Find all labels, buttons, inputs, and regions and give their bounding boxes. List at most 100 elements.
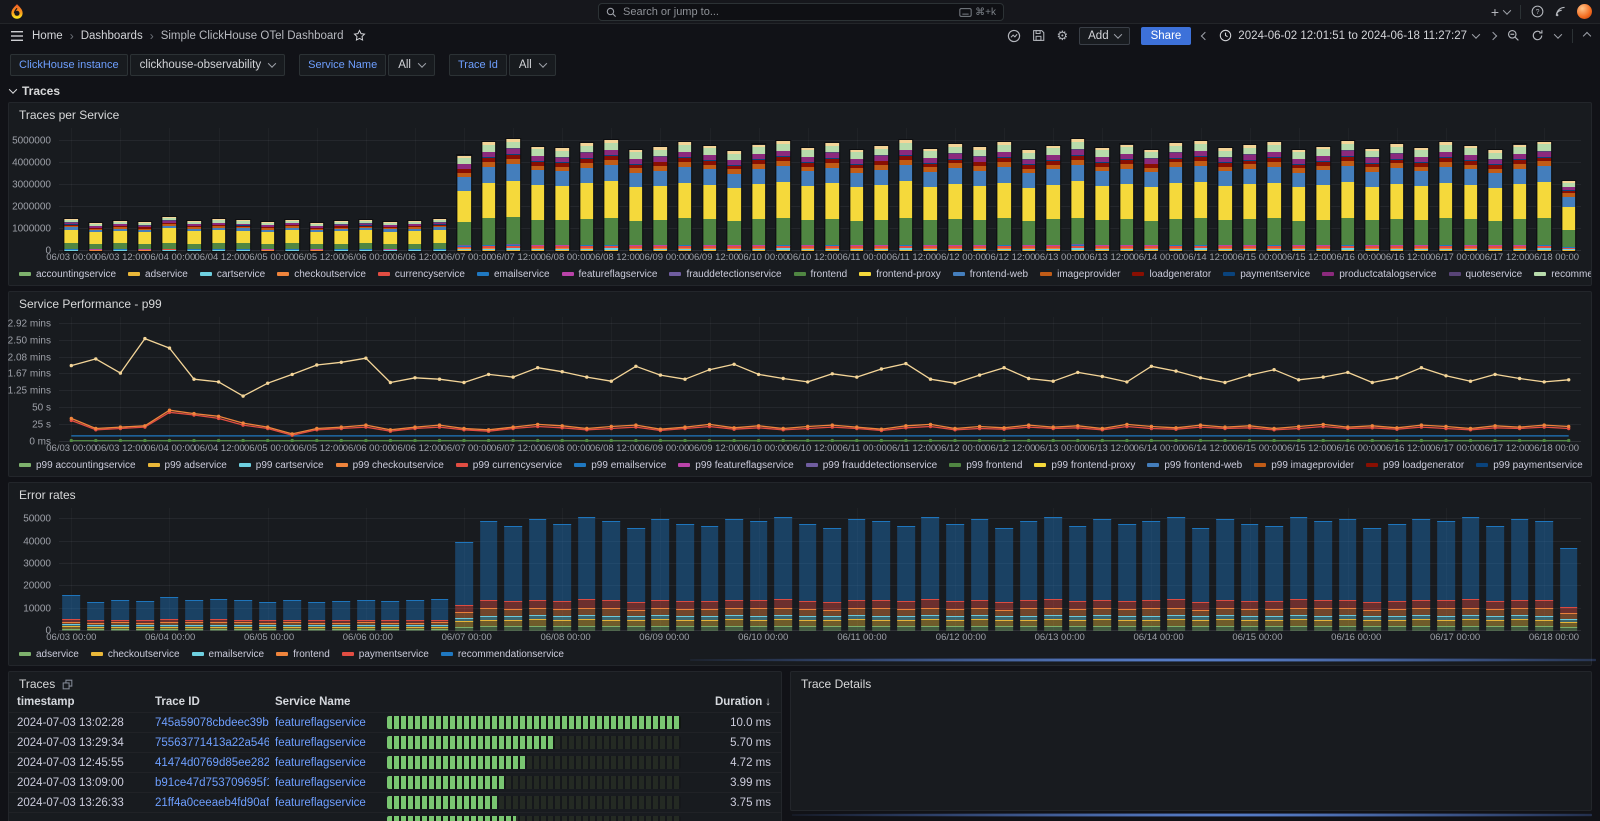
time-range-picker[interactable]: 2024-06-02 12:01:51 to 2024-06-18 11:27:… (1219, 29, 1479, 42)
time-shift-forward-icon[interactable] (1490, 33, 1496, 39)
legend-item[interactable]: p99 frontend-web (1147, 460, 1242, 471)
variable-value-dropdown[interactable]: All (388, 54, 435, 76)
stacked-bar (431, 599, 449, 631)
bar-segment-frontend-proxy (1194, 182, 1208, 218)
variable-value-dropdown[interactable]: All (509, 54, 556, 76)
legend-item[interactable]: cartservice (200, 269, 265, 280)
cell-trace-id-link[interactable]: 745a59078cbdeec39b7... (155, 717, 269, 729)
row-header-traces[interactable]: Traces (0, 82, 1600, 102)
panel-title[interactable]: Error rates (9, 483, 1591, 504)
legend-item[interactable]: frontend (794, 269, 848, 280)
table-row[interactable]: 2024-07-03 13:02:28745a59078cbdeec39b7..… (9, 712, 781, 732)
add-panel-button[interactable]: Add (1079, 27, 1129, 45)
panel-title[interactable]: Trace Details (791, 672, 1591, 693)
legend-item[interactable]: adservice (19, 649, 79, 660)
panel-title[interactable]: Traces (19, 677, 55, 691)
variable-value-dropdown[interactable]: clickhouse-observability (130, 54, 285, 76)
table-row[interactable]: 2024-07-03 13:29:3475563771413a22a54618.… (9, 732, 781, 752)
legend-item[interactable]: productcatalogservice (1322, 269, 1436, 280)
cell-service-name-link[interactable]: featureflagservice (275, 737, 381, 749)
legend-item[interactable]: frontend-proxy (859, 269, 940, 280)
legend-item[interactable]: recommendationservice (441, 649, 564, 660)
legend-item[interactable]: adservice (128, 269, 188, 280)
legend-item[interactable]: featureflagservice (562, 269, 658, 280)
legend-item[interactable]: p99 frontend (949, 460, 1022, 471)
stacked-bar (62, 595, 80, 631)
legend-item[interactable]: checkoutservice (91, 649, 180, 660)
table-row[interactable] (9, 812, 781, 821)
panel-links-icon[interactable] (62, 679, 73, 690)
legend-item[interactable]: frauddetectionservice (669, 269, 781, 280)
legend-item[interactable]: p99 featureflagservice (678, 460, 793, 471)
share-button[interactable]: Share (1141, 27, 1192, 45)
legend-item[interactable]: p99 cartservice (239, 460, 324, 471)
new-item-button[interactable]: + (1491, 5, 1510, 19)
cell-service-name-link[interactable]: featureflagservice (275, 777, 381, 789)
legend-item[interactable]: p99 loadgenerator (1366, 460, 1464, 471)
cell-trace-id-link[interactable]: b91ce47d753709695f1d... (155, 777, 269, 789)
chart-plot-area[interactable] (59, 128, 1581, 251)
chart-plot-area[interactable] (59, 508, 1581, 631)
time-shift-back-icon[interactable] (1202, 33, 1208, 39)
legend-item[interactable]: p99 accountingservice (19, 460, 136, 471)
search-input[interactable] (623, 6, 953, 18)
legend-item[interactable]: emailservice (192, 649, 265, 660)
user-avatar[interactable] (1577, 4, 1592, 19)
help-icon[interactable]: ? (1531, 5, 1544, 18)
cell-trace-id-link[interactable]: 41474d0769d85ee2828... (155, 757, 269, 769)
legend-item[interactable]: frontend-web (953, 269, 1028, 280)
breadcrumb-dashboards[interactable]: Dashboards (81, 30, 143, 42)
table-row[interactable]: 2024-07-03 12:45:5541474d0769d85ee2828..… (9, 752, 781, 772)
refresh-interval-dropdown[interactable] (1555, 33, 1561, 39)
legend-item[interactable]: loadgenerator (1132, 269, 1211, 280)
panel-title[interactable]: Service Performance - p99 (9, 292, 1591, 313)
legend-item[interactable]: p99 currencyservice (456, 460, 562, 471)
legend-item[interactable]: emailservice (477, 269, 550, 280)
legend-item[interactable]: imageprovider (1040, 269, 1120, 280)
legend-item[interactable]: accountingservice (19, 269, 116, 280)
dashboard-settings-gear-icon[interactable]: ⚙ (1056, 28, 1068, 44)
favorite-star-icon[interactable] (353, 29, 366, 42)
legend-item[interactable]: checkoutservice (277, 269, 366, 280)
legend-item[interactable]: p99 paymentservice (1476, 460, 1583, 471)
cell-service-name-link[interactable]: featureflagservice (275, 717, 381, 729)
table-row[interactable]: 2024-07-03 13:26:3321ff4a0ceeaeb4fd90af0… (9, 792, 781, 812)
column-header-service-name[interactable]: Service Name (275, 696, 381, 708)
search-bar[interactable]: ⌘+k (598, 3, 1004, 21)
bar-segment-recommendationservice (1192, 528, 1210, 602)
legend-item[interactable]: p99 frontend-proxy (1034, 460, 1135, 471)
column-header-trace-id[interactable]: Trace ID (155, 696, 269, 708)
legend-item[interactable]: p99 imageprovider (1254, 460, 1354, 471)
y-axis-label: 1.25 mins (8, 386, 51, 397)
cell-trace-id-link[interactable]: 75563771413a22a54618... (155, 737, 269, 749)
news-icon[interactable] (1554, 5, 1567, 18)
cell-service-name-link[interactable]: featureflagservice (275, 757, 381, 769)
legend-item[interactable]: p99 emailservice (574, 460, 666, 471)
column-header-timestamp[interactable]: timestamp (17, 696, 149, 708)
dashboard-insights-icon[interactable] (1007, 29, 1021, 43)
legend-item[interactable]: frontend (276, 649, 330, 660)
table-row[interactable]: 2024-07-03 13:09:00b91ce47d753709695f1d.… (9, 772, 781, 792)
cell-service-name-link[interactable]: featureflagservice (275, 797, 381, 809)
legend-item[interactable]: recommendationservice (1534, 269, 1591, 280)
panel-title[interactable]: Traces per Service (9, 103, 1591, 124)
legend-item[interactable]: currencyservice (378, 269, 465, 280)
refresh-icon[interactable] (1531, 29, 1544, 42)
grafana-logo[interactable] (8, 3, 26, 21)
cell-trace-id-link[interactable]: 21ff4a0ceeaeb4fd90af0... (155, 797, 269, 809)
legend-item[interactable]: p99 frauddetectionservice (806, 460, 938, 471)
mega-menu-icon[interactable] (10, 30, 24, 42)
breadcrumb-home[interactable]: Home (32, 30, 63, 42)
chart-plot-area[interactable] (59, 317, 1581, 442)
collapse-toolbar-icon[interactable] (1584, 33, 1590, 39)
legend-item[interactable]: paymentservice (1223, 269, 1310, 280)
column-header-duration[interactable]: Duration↓ (687, 696, 771, 708)
stacked-bar (359, 220, 373, 251)
legend-item[interactable]: p99 checkoutservice (336, 460, 444, 471)
legend-item[interactable]: paymentservice (342, 649, 429, 660)
bar-segment-frontend-proxy (187, 231, 201, 244)
legend-item[interactable]: p99 adservice (148, 460, 227, 471)
legend-item[interactable]: quoteservice (1449, 269, 1523, 280)
save-dashboard-icon[interactable] (1032, 29, 1045, 42)
zoom-out-time-icon[interactable] (1507, 29, 1520, 42)
